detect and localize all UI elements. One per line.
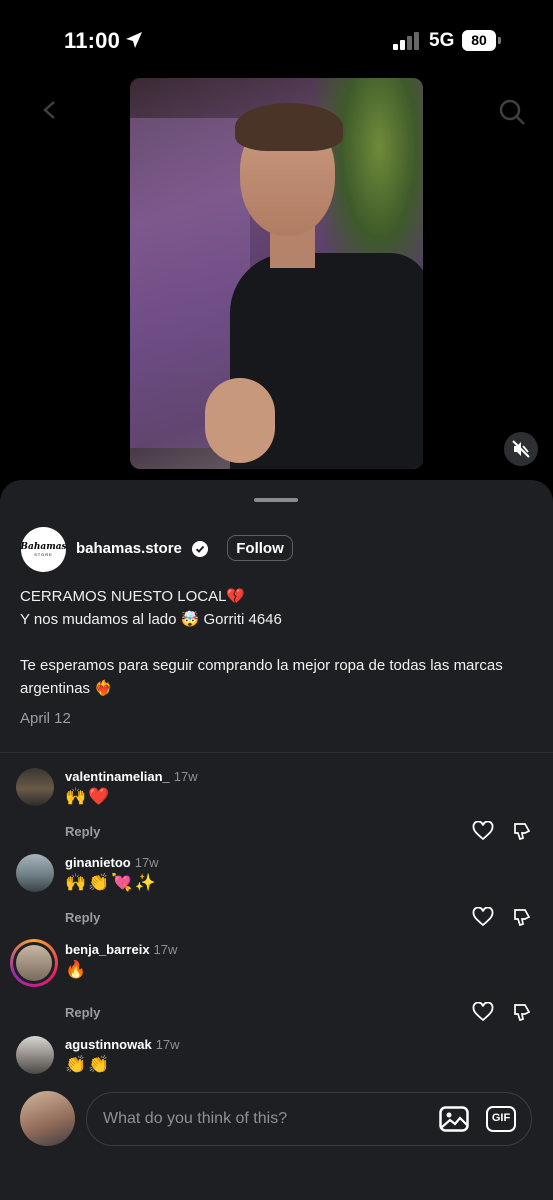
comment-username[interactable]: agustinnowak	[65, 1037, 152, 1052]
verified-icon	[192, 541, 208, 557]
commenter-avatar-story-ring[interactable]	[10, 939, 58, 987]
follow-button[interactable]: Follow	[227, 535, 293, 561]
reply-button[interactable]: Reply	[65, 824, 100, 839]
avatar-brand-logo: Bahamas	[20, 541, 67, 552]
battery-level: 80	[462, 30, 496, 51]
comment-text: 🙌👏💘✨	[65, 873, 158, 892]
status-bar: 11:00 5G 80	[0, 0, 553, 80]
comment-text: 🔥	[65, 960, 89, 979]
comment-input-placeholder: What do you think of this?	[103, 1110, 288, 1127]
comment-time: 17w	[173, 769, 198, 784]
comment-text: 🙌❤️	[65, 787, 112, 806]
gif-icon[interactable]: GIF	[486, 1106, 516, 1132]
comment-username-line: benja_barreix 17w	[65, 942, 177, 957]
comment-username[interactable]: ginanietoo	[65, 855, 131, 870]
caption-line: Y nos mudamos al lado 🤯 Gorriti 4646	[20, 611, 282, 628]
post-caption: CERRAMOS NUESTO LOCAL💔 Y nos mudamos al …	[20, 585, 535, 700]
heart-icon[interactable]	[472, 1002, 494, 1022]
heart-icon[interactable]	[472, 821, 494, 841]
location-arrow-icon	[126, 32, 142, 48]
commenter-avatar	[16, 945, 52, 981]
author-avatar[interactable]: Bahamas STORE	[20, 527, 67, 572]
commenter-avatar[interactable]	[16, 854, 54, 892]
mute-button[interactable]	[504, 432, 538, 466]
post-date: April 12	[20, 710, 71, 727]
dislike-icon[interactable]	[512, 1002, 532, 1022]
comment-time: 17w	[155, 1037, 180, 1052]
heart-icon[interactable]	[472, 907, 494, 927]
signal-icon	[393, 32, 419, 50]
battery-tip	[498, 37, 501, 44]
comment-username[interactable]: benja_barreix	[65, 942, 150, 957]
video-person-hand	[205, 378, 275, 463]
author-username[interactable]: bahamas.store	[76, 540, 182, 557]
battery-icon: 80	[462, 30, 502, 51]
commenter-avatar[interactable]	[16, 1036, 54, 1074]
dislike-icon[interactable]	[512, 821, 532, 841]
mute-icon	[512, 440, 530, 458]
comment-username-line: valentinamelian_ 17w	[65, 769, 198, 784]
commenter-avatar[interactable]	[16, 768, 54, 806]
comment-time: 17w	[153, 942, 178, 957]
network-label: 5G	[429, 30, 455, 51]
image-icon[interactable]	[439, 1106, 469, 1132]
comment-text: 👏👏	[65, 1055, 112, 1074]
video-player[interactable]	[130, 78, 423, 469]
reply-button[interactable]: Reply	[65, 910, 100, 925]
my-avatar	[20, 1091, 75, 1146]
comment-time: 17w	[134, 855, 159, 870]
comment-username-line: agustinnowak 17w	[65, 1037, 180, 1052]
caption-line: Te esperamos para seguir comprando la me…	[20, 657, 503, 697]
reply-button[interactable]: Reply	[65, 1005, 100, 1020]
divider	[0, 752, 553, 753]
caption-line: CERRAMOS NUESTO LOCAL💔	[20, 588, 246, 605]
status-time: 11:00	[64, 28, 121, 53]
comment-username-line: ginanietoo 17w	[65, 855, 159, 870]
sheet-drag-handle[interactable]	[254, 498, 298, 502]
avatar-brand-sub: STORE	[34, 551, 53, 557]
back-icon[interactable]	[40, 100, 60, 120]
video-person-hair	[235, 103, 343, 151]
comment-username[interactable]: valentinamelian_	[65, 769, 170, 784]
comment-composer: What do you think of this? GIF	[0, 1076, 553, 1200]
comment-input[interactable]: What do you think of this? GIF	[86, 1092, 532, 1146]
search-icon[interactable]	[498, 98, 526, 126]
dislike-icon[interactable]	[512, 907, 532, 927]
